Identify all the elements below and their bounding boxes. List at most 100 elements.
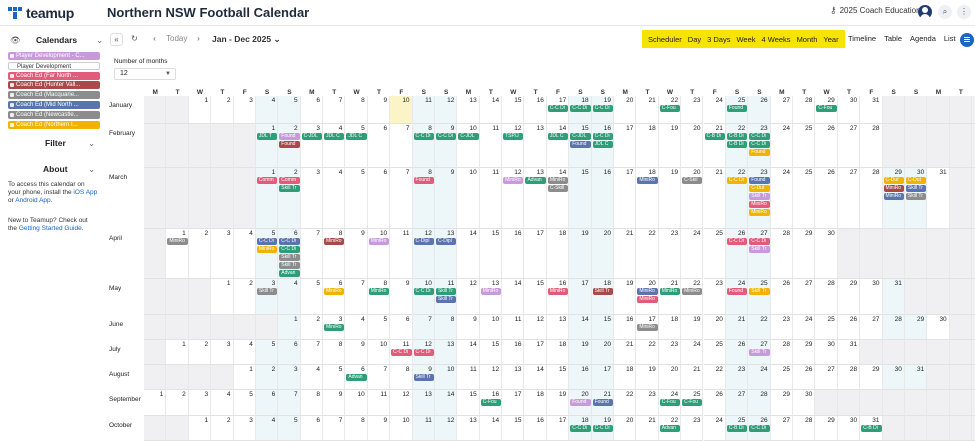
event-chip[interactable]: Skill Tr	[413, 374, 434, 381]
day-cell[interactable]: 22	[681, 279, 704, 315]
day-cell[interactable]: 9	[367, 96, 391, 124]
day-cell[interactable]: 5	[323, 365, 346, 390]
day-cell[interactable]: 23	[658, 340, 682, 365]
day-cell[interactable]: 11	[412, 416, 435, 441]
day-cell[interactable]: 1	[144, 390, 167, 416]
day-cell[interactable]: 13	[434, 340, 458, 365]
day-cell[interactable]: 20	[681, 124, 704, 168]
teamup-logo[interactable]: teamup	[8, 5, 74, 21]
day-cell[interactable]: 27	[748, 229, 771, 279]
event-chip[interactable]: MiniRo	[324, 324, 345, 331]
event-chip[interactable]: Found	[279, 133, 300, 140]
event-chip[interactable]: MiniRo	[256, 246, 278, 253]
view-day[interactable]: Day	[688, 35, 701, 44]
day-cell[interactable]: 14	[524, 365, 547, 390]
day-cell[interactable]: 26	[815, 124, 838, 168]
day-cell[interactable]: 2	[300, 315, 324, 340]
day-cell[interactable]: 11	[457, 365, 480, 390]
day-cell[interactable]: 10	[434, 365, 458, 390]
event-chip[interactable]: Skill Tr	[749, 288, 770, 295]
view-agenda[interactable]: Agenda	[910, 34, 936, 43]
event-chip[interactable]: C-C Di	[547, 105, 569, 112]
android-app-link[interactable]: Android App	[15, 197, 50, 204]
event-chip[interactable]: C-C Di	[592, 133, 613, 140]
day-cell[interactable]: 18	[658, 315, 682, 340]
eye-icon[interactable]: 👁	[10, 35, 21, 46]
day-cell[interactable]: 7	[278, 390, 301, 416]
event-chip[interactable]: C-Dut	[749, 185, 770, 192]
day-cell[interactable]: 2	[188, 340, 212, 365]
day-cell[interactable]: 30	[837, 416, 861, 441]
ios-app-link[interactable]: iOS App	[73, 189, 97, 196]
day-cell[interactable]: 1	[166, 340, 189, 365]
day-cell[interactable]: 2	[211, 416, 234, 441]
day-cell[interactable]: 8	[345, 96, 368, 124]
day-cell[interactable]: 9	[434, 168, 458, 229]
day-cell[interactable]: 6	[367, 168, 391, 229]
day-cell[interactable]: 11	[479, 168, 503, 229]
day-cell[interactable]: 7	[323, 416, 346, 441]
day-cell[interactable]: 22	[636, 340, 659, 365]
day-cell[interactable]: 31	[860, 96, 883, 124]
calendar-item[interactable]: Coach Ed (Macquarie...	[8, 91, 100, 100]
day-cell[interactable]: 20	[658, 365, 682, 390]
day-cell[interactable]: 3	[278, 365, 301, 390]
day-cell[interactable]: 1	[188, 416, 212, 441]
day-cell[interactable]: 27	[770, 96, 793, 124]
day-cell[interactable]: 23	[770, 315, 793, 340]
day-cell[interactable]: 28	[860, 168, 883, 229]
day-cell[interactable]: 3	[300, 168, 324, 229]
view-list[interactable]: List	[944, 34, 956, 43]
day-cell[interactable]: 17	[591, 365, 614, 390]
day-cell[interactable]: 21	[703, 124, 726, 168]
day-cell[interactable]: 30	[815, 340, 838, 365]
day-cell[interactable]: 22	[636, 229, 659, 279]
day-cell[interactable]: 6	[367, 124, 391, 168]
about-section-header[interactable]: About ⌄	[43, 164, 95, 174]
day-cell[interactable]: 24	[770, 124, 793, 168]
filter-section-header[interactable]: Filter ⌄	[45, 138, 95, 148]
day-cell[interactable]: 25	[703, 229, 726, 279]
event-chip[interactable]: MiniRo	[167, 238, 188, 245]
chevron-down-icon[interactable]: ⌄	[88, 164, 95, 175]
day-cell[interactable]: 9	[434, 124, 458, 168]
day-cell[interactable]: 25	[793, 168, 816, 229]
day-cell[interactable]: 26	[770, 279, 793, 315]
event-chip[interactable]: C-JDL	[570, 133, 591, 140]
day-cell[interactable]: 26	[725, 340, 749, 365]
day-cell[interactable]: 29	[815, 416, 838, 441]
event-chip[interactable]: C-Dut	[883, 177, 904, 184]
day-cell[interactable]: 11	[502, 315, 525, 340]
event-chip[interactable]: JDL C	[346, 133, 367, 140]
day-cell[interactable]: 31	[927, 168, 950, 229]
day-cell[interactable]: 4	[300, 365, 324, 390]
calendar-item[interactable]: Coach Ed (Newcastle...	[8, 110, 100, 119]
day-cell[interactable]: 20	[613, 416, 637, 441]
event-chip[interactable]: Skill Tr	[256, 288, 278, 295]
day-cell[interactable]: 16	[502, 229, 525, 279]
day-cell[interactable]: 6	[390, 315, 413, 340]
day-cell[interactable]: 24	[793, 315, 816, 340]
day-cell[interactable]: 29	[837, 279, 861, 315]
event-chip[interactable]: C-B Di	[726, 133, 748, 140]
day-cell[interactable]: 10	[390, 96, 413, 124]
event-chip[interactable]: MiniRo	[637, 288, 658, 295]
view-week[interactable]: Week	[736, 35, 755, 44]
day-cell[interactable]: 13	[457, 96, 480, 124]
day-cell[interactable]: 30	[815, 229, 838, 279]
event-chip[interactable]: C-C Di	[413, 133, 434, 140]
event-chip[interactable]: MiniRo	[749, 201, 770, 208]
event-chip[interactable]: Comm	[256, 177, 278, 184]
event-chip[interactable]: Skill Tr	[279, 262, 300, 269]
calendar-item[interactable]: Coach Ed (Mid North ...	[8, 101, 100, 109]
day-cell[interactable]: 8	[323, 340, 346, 365]
day-cell[interactable]: 27	[725, 390, 749, 416]
day-cell[interactable]: 16	[591, 168, 614, 229]
day-cell[interactable]: 23	[636, 390, 659, 416]
day-cell[interactable]: 4	[323, 168, 346, 229]
day-cell[interactable]: 23	[681, 416, 704, 441]
day-cell[interactable]: 26	[793, 365, 816, 390]
event-chip[interactable]: Found	[749, 149, 770, 156]
day-cell[interactable]: 29	[793, 229, 816, 279]
search-icon[interactable]: ⌕	[938, 5, 952, 19]
